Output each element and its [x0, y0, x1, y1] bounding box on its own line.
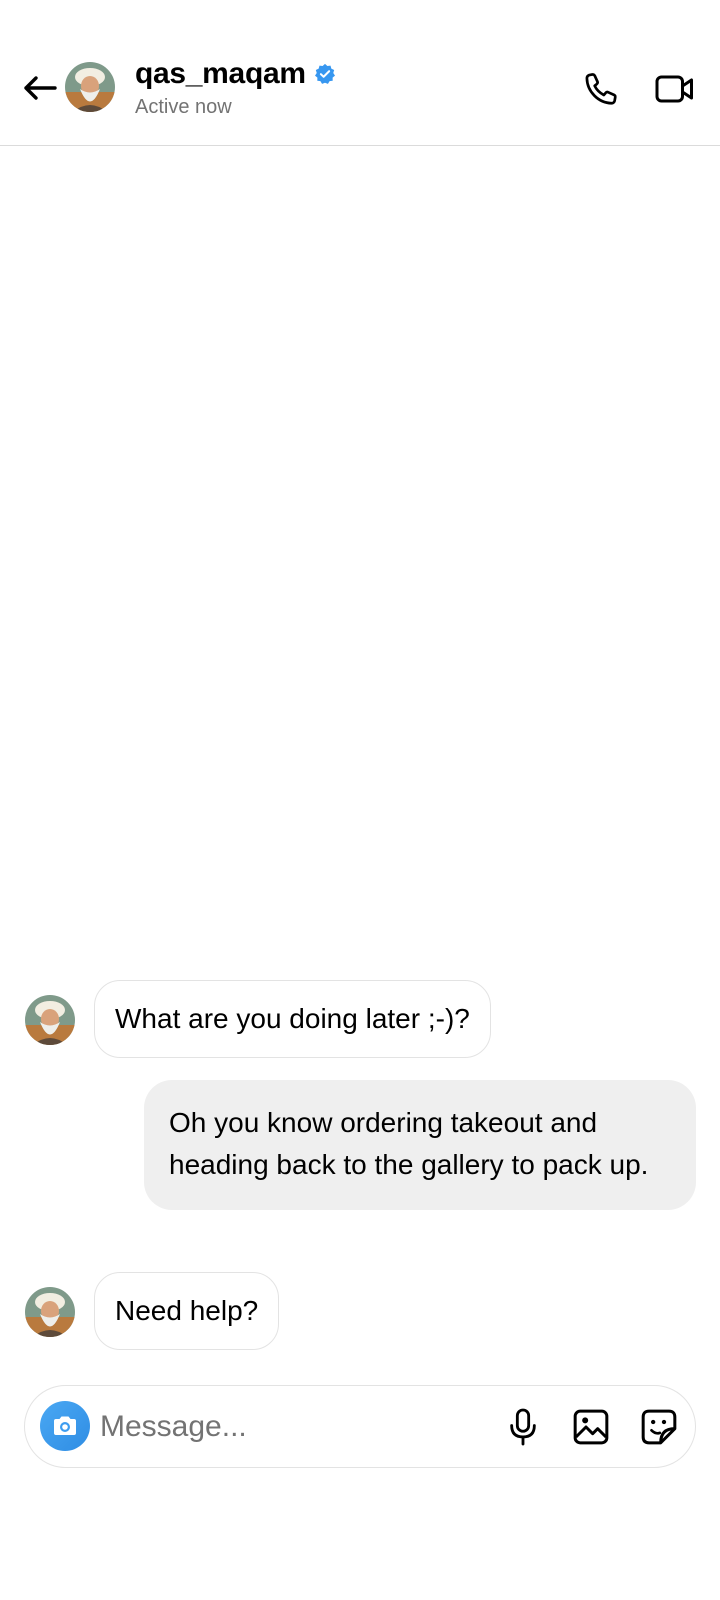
phone-icon	[585, 73, 617, 105]
avatar[interactable]	[65, 62, 115, 112]
incoming-message-bubble[interactable]: What are you doing later ;-)?	[94, 980, 491, 1058]
arrow-left-icon	[24, 76, 57, 100]
voice-message-button[interactable]	[500, 1404, 546, 1450]
sticker-icon	[641, 1409, 677, 1445]
message-composer	[24, 1385, 696, 1468]
header-title-row: qas_maqam	[135, 56, 336, 92]
video-call-button[interactable]	[652, 66, 698, 112]
chat-screen: qas_maqam Active now What are you doing …	[0, 0, 720, 1600]
username[interactable]: qas_maqam	[135, 56, 306, 92]
camera-icon	[54, 1416, 76, 1435]
microphone-icon	[510, 1408, 536, 1446]
active-status: Active now	[135, 96, 232, 118]
incoming-message-bubble[interactable]: Need help?	[94, 1272, 280, 1350]
outgoing-message-bubble[interactable]: Oh you know ordering takeout and heading…	[144, 1080, 696, 1210]
chat-header: qas_maqam Active now	[0, 0, 720, 146]
video-camera-icon	[655, 75, 693, 103]
sticker-button[interactable]	[636, 1404, 682, 1450]
back-button[interactable]	[20, 68, 60, 108]
gallery-button[interactable]	[568, 1404, 614, 1450]
image-icon	[573, 1409, 609, 1445]
avatar[interactable]	[25, 995, 75, 1045]
message-input[interactable]	[100, 1404, 470, 1450]
voice-call-button[interactable]	[578, 66, 624, 112]
camera-button[interactable]	[40, 1401, 90, 1451]
verified-badge-icon	[314, 63, 335, 84]
avatar[interactable]	[25, 1287, 75, 1337]
